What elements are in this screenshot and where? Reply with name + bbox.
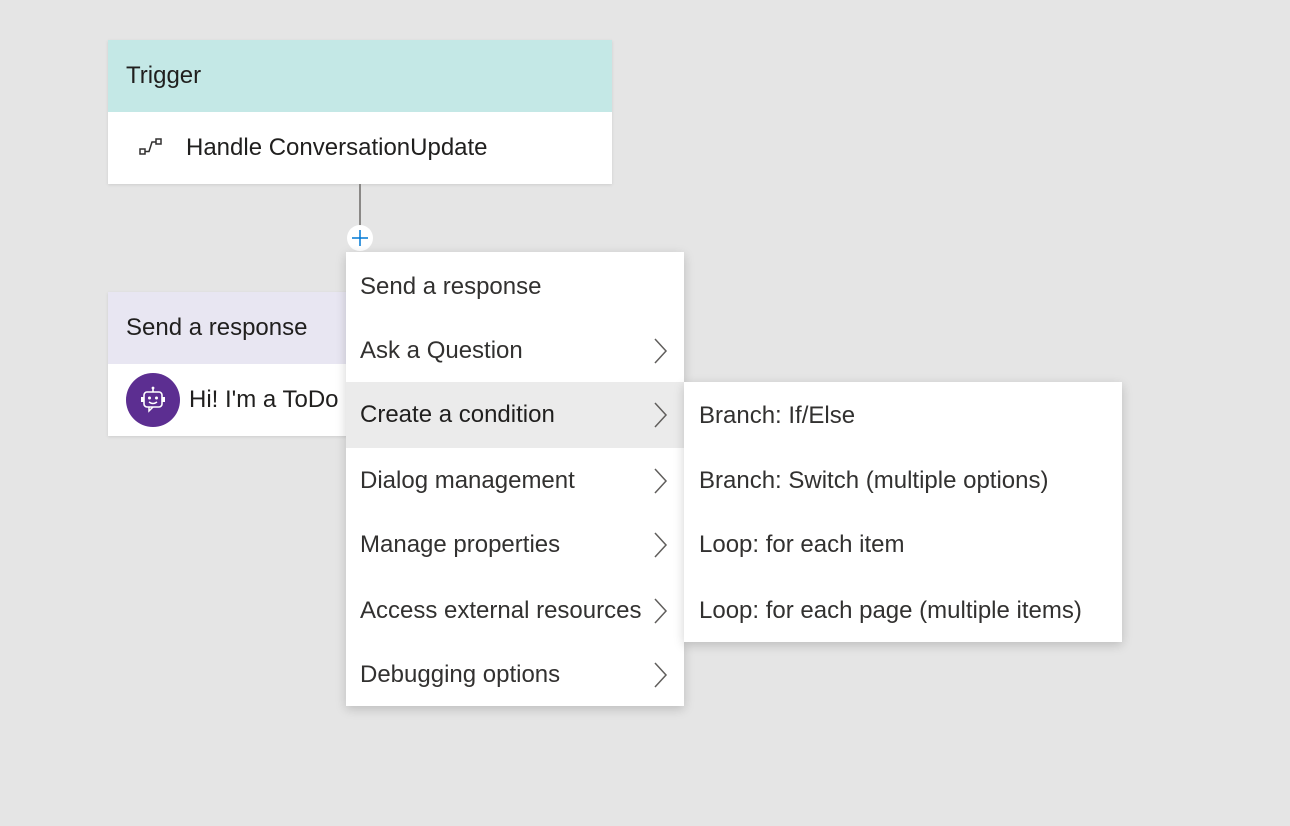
submenu-item-label: Loop: for each page (multiple items) bbox=[699, 597, 1082, 624]
menu-item-send-response[interactable]: Send a response bbox=[346, 255, 684, 319]
trigger-node-body[interactable]: Handle ConversationUpdate bbox=[108, 112, 612, 184]
create-condition-submenu: Branch: If/Else Branch: Switch (multiple… bbox=[684, 382, 1122, 642]
submenu-item-label: Branch: If/Else bbox=[699, 402, 856, 429]
submenu-item-label: Branch: Switch (multiple options) bbox=[699, 467, 1049, 494]
submenu-item-branch-switch[interactable]: Branch: Switch (multiple options) bbox=[684, 449, 1122, 513]
send-response-text: Hi! I'm a ToDo bbox=[189, 386, 339, 413]
menu-item-access-external-resources[interactable]: Access external resources bbox=[346, 579, 684, 643]
menu-item-debugging-options[interactable]: Debugging options bbox=[346, 643, 684, 707]
trigger-node[interactable]: Trigger Handle ConversationUpdate bbox=[108, 40, 612, 184]
menu-item-label: Access external resources bbox=[360, 597, 642, 624]
add-action-button[interactable] bbox=[347, 225, 373, 251]
trigger-node-label: Handle ConversationUpdate bbox=[186, 134, 488, 161]
menu-item-label: Ask a Question bbox=[360, 337, 523, 364]
menu-item-label: Manage properties bbox=[360, 531, 561, 558]
chevron-right-icon bbox=[654, 402, 668, 428]
submenu-item-loop-for-each-page[interactable]: Loop: for each page (multiple items) bbox=[684, 579, 1122, 643]
submenu-item-loop-for-each-item[interactable]: Loop: for each item bbox=[684, 513, 1122, 577]
menu-item-manage-properties[interactable]: Manage properties bbox=[346, 513, 684, 577]
trigger-node-header: Trigger bbox=[108, 40, 612, 112]
menu-item-dialog-management[interactable]: Dialog management bbox=[346, 449, 684, 513]
connector-line bbox=[359, 184, 361, 226]
bot-icon bbox=[126, 373, 180, 427]
submenu-item-label: Loop: for each item bbox=[699, 531, 905, 558]
chevron-right-icon bbox=[654, 598, 668, 624]
submenu-item-branch-if-else[interactable]: Branch: If/Else bbox=[684, 384, 1122, 448]
chevron-right-icon bbox=[654, 532, 668, 558]
trigger-flow-icon bbox=[138, 137, 166, 159]
menu-item-ask-question[interactable]: Ask a Question bbox=[346, 319, 684, 383]
plus-icon bbox=[352, 230, 368, 246]
menu-item-label: Debugging options bbox=[360, 661, 561, 688]
menu-item-create-condition[interactable]: Create a condition bbox=[346, 382, 684, 448]
chevron-right-icon bbox=[654, 468, 668, 494]
add-action-menu: Send a response Ask a Question Create a … bbox=[346, 252, 684, 706]
menu-item-label: Send a response bbox=[360, 273, 542, 300]
menu-item-label: Create a condition bbox=[360, 401, 555, 428]
chevron-right-icon bbox=[654, 662, 668, 688]
chevron-right-icon bbox=[654, 338, 668, 364]
menu-item-label: Dialog management bbox=[360, 467, 575, 494]
